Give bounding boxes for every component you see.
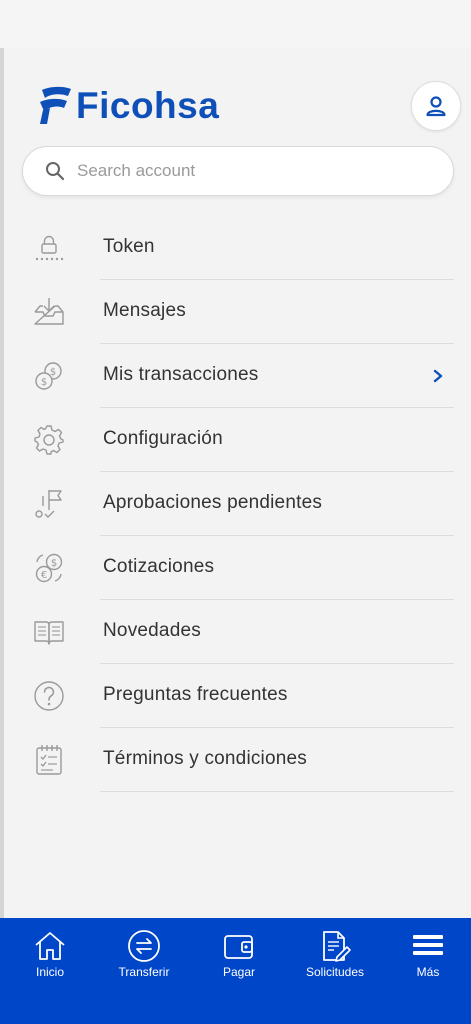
search-input[interactable] bbox=[77, 161, 417, 181]
svg-text:$: $ bbox=[41, 377, 47, 388]
inbox-icon bbox=[31, 294, 67, 330]
menu-item-label: Términos y condiciones bbox=[103, 748, 307, 769]
app-screen: Ficohsa Search account Token Mensajes $ … bbox=[0, 0, 471, 1024]
question-icon bbox=[31, 678, 67, 714]
nav-label: Transferir bbox=[118, 965, 170, 979]
menu-icon bbox=[410, 928, 446, 964]
menu-item-preguntas-frecuentes[interactable]: Preguntas frecuentes bbox=[0, 664, 471, 728]
menu-item-label: Cotizaciones bbox=[103, 556, 215, 577]
nav-label: Inicio bbox=[35, 965, 64, 979]
nav-label: Más bbox=[416, 965, 440, 979]
checklist-icon bbox=[31, 742, 67, 778]
chevron-right-icon bbox=[433, 369, 443, 383]
search-bar[interactable] bbox=[22, 146, 454, 196]
menu-item-label: Novedades bbox=[103, 620, 201, 641]
book-icon bbox=[31, 614, 67, 650]
coins-icon: $ $ bbox=[31, 358, 67, 394]
nav-item-pagar[interactable]: Pagar bbox=[191, 918, 287, 988]
menu-item-label: Mis transacciones bbox=[103, 364, 259, 385]
gear-icon bbox=[31, 422, 67, 458]
menu-item-token[interactable]: Token bbox=[0, 216, 471, 280]
flag-check-icon bbox=[31, 486, 67, 522]
user-icon bbox=[426, 96, 446, 117]
document-edit-icon bbox=[317, 928, 353, 964]
search-icon bbox=[46, 162, 65, 181]
menu-item-label: Configuración bbox=[103, 428, 223, 449]
nav-label: Pagar bbox=[222, 965, 256, 979]
currency-exchange-icon: $ € bbox=[31, 550, 67, 586]
brand-name: Ficohsa bbox=[76, 85, 220, 126]
menu-item-cotizaciones[interactable]: $ € Cotizaciones bbox=[0, 536, 471, 600]
svg-text:€: € bbox=[41, 570, 47, 581]
menu-item-label: Aprobaciones pendientes bbox=[103, 492, 323, 513]
transfer-icon bbox=[126, 928, 162, 964]
menu-item-aprobaciones-pendientes[interactable]: Aprobaciones pendientes bbox=[0, 472, 471, 536]
nav-item-transferir[interactable]: Transferir bbox=[96, 918, 192, 988]
menu-item-label: Token bbox=[103, 236, 155, 257]
lock-icon bbox=[31, 230, 67, 266]
ficohsa-logo-icon bbox=[40, 86, 71, 124]
menu-item-label: Mensajes bbox=[103, 300, 186, 321]
svg-text:$: $ bbox=[51, 558, 57, 569]
nav-item-mas[interactable]: Más bbox=[380, 918, 471, 988]
status-area bbox=[0, 0, 471, 48]
nav-item-solicitudes[interactable]: Solicitudes bbox=[287, 918, 383, 988]
menu-item-configuracion[interactable]: Configuración bbox=[0, 408, 471, 472]
profile-button[interactable] bbox=[411, 81, 461, 131]
menu-item-terminos-condiciones[interactable]: Términos y condiciones bbox=[0, 728, 471, 792]
nav-label: Solicitudes bbox=[305, 965, 365, 979]
home-icon bbox=[32, 928, 68, 964]
divider bbox=[100, 791, 454, 792]
side-menu: Token Mensajes $ $ Mis transacciones Con… bbox=[0, 216, 471, 792]
wallet-icon bbox=[221, 928, 257, 964]
brand-logo: Ficohsa bbox=[38, 82, 219, 130]
menu-item-mensajes[interactable]: Mensajes bbox=[0, 280, 471, 344]
menu-item-novedades[interactable]: Novedades bbox=[0, 600, 471, 664]
bottom-navigation: Inicio Transferir Pagar Solicitudes Más bbox=[0, 918, 471, 1024]
menu-item-label: Preguntas frecuentes bbox=[103, 684, 288, 705]
menu-item-mis-transacciones[interactable]: $ $ Mis transacciones bbox=[0, 344, 471, 408]
nav-item-inicio[interactable]: Inicio bbox=[2, 918, 98, 988]
